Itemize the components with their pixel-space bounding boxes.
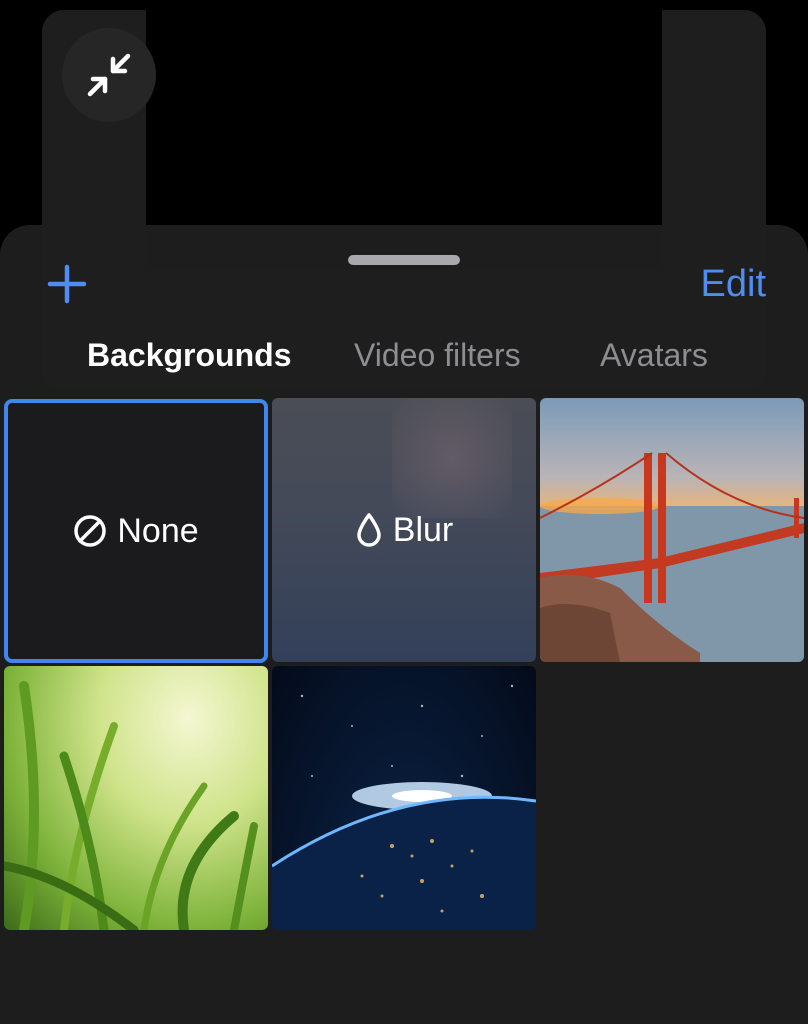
- background-tile-golden-gate[interactable]: [540, 398, 804, 662]
- earth-image: [272, 684, 536, 930]
- golden-gate-image: [540, 452, 804, 662]
- background-tile-none[interactable]: None: [4, 399, 268, 663]
- minimize-arrows-icon: [87, 53, 131, 97]
- background-tile-blur[interactable]: Blur: [272, 398, 536, 662]
- background-tile-grass[interactable]: [4, 666, 268, 930]
- edit-button[interactable]: Edit: [701, 261, 766, 307]
- add-background-button[interactable]: [44, 261, 90, 307]
- drop-icon: [357, 513, 381, 547]
- none-label: None: [117, 511, 199, 550]
- tab-bar: Backgrounds Video filters Avatars: [0, 333, 808, 377]
- blur-tile-label: Blur: [355, 511, 453, 550]
- tab-avatars[interactable]: Avatars: [600, 333, 708, 377]
- sheet-grabber[interactable]: [348, 255, 460, 265]
- blur-label: Blur: [392, 510, 454, 549]
- tab-backgrounds[interactable]: Backgrounds: [87, 333, 291, 377]
- none-tile-label: None: [73, 511, 199, 551]
- prohibited-icon: [74, 515, 107, 547]
- plus-icon: [47, 264, 87, 304]
- video-background-screen: Edit Backgrounds Video filters Avatars N…: [0, 0, 808, 1024]
- background-tile-earth[interactable]: [272, 666, 536, 930]
- minimize-button[interactable]: [62, 28, 156, 122]
- grass-image: [4, 681, 258, 930]
- tab-video-filters[interactable]: Video filters: [354, 333, 521, 377]
- backgrounds-sheet: Edit Backgrounds Video filters Avatars N…: [0, 225, 808, 1024]
